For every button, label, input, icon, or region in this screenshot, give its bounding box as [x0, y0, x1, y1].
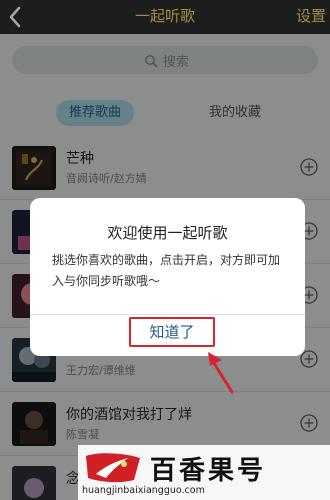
dialog-title: 欢迎使用一起听歌	[107, 224, 228, 242]
got-it-button[interactable]: 知道了	[129, 317, 215, 347]
welcome-dialog: 欢迎使用一起听歌 挑选你喜欢的歌曲，点击开启，对方即可加入与你同步听歌哦～ 知道…	[30, 198, 305, 356]
dialog-message: 挑选你喜欢的歌曲，点击开启，对方即可加入与你同步听歌哦～	[52, 253, 281, 288]
watermark: 百香果号 huangjinbaixiangguo.com	[78, 445, 330, 500]
watermark-url: huangjinbaixiangguo.com	[82, 485, 205, 496]
watermark-brand-text: 百香果号	[150, 456, 267, 486]
dialog-divider	[30, 314, 305, 315]
red-arrow-annotation-icon	[204, 350, 238, 396]
watermark-logo-icon	[84, 450, 142, 484]
app-screen: 一起听歌 设置 搜索 推荐歌曲 我的收藏 芒种 音阙诗听/赵方婧 王力宏/谭维维…	[0, 0, 330, 500]
